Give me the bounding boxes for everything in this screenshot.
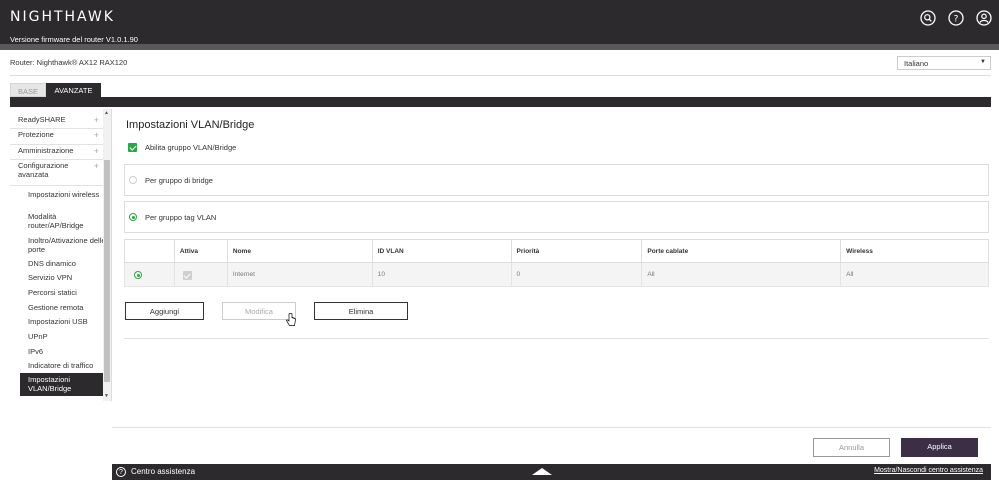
row-priority: 0 bbox=[510, 262, 643, 287]
sidebar-item-impostazioni-usb[interactable]: Impostazioni USB bbox=[28, 317, 108, 327]
header-porte-cablate: Porte cablate bbox=[641, 239, 842, 263]
enable-vlan-label: Abilita gruppo VLAN/Bridge bbox=[145, 143, 237, 152]
tab-bar bbox=[10, 97, 991, 107]
scroll-down-icon[interactable]: ▼ bbox=[104, 393, 109, 399]
scroll-up-icon[interactable]: ▲ bbox=[104, 110, 109, 116]
option-vlan-tag-group[interactable]: Per gruppo tag VLAN bbox=[124, 201, 989, 233]
sidebar-item-percorsi-statici[interactable]: Percorsi statici bbox=[28, 288, 108, 298]
header-id-vlan: ID VLAN bbox=[371, 239, 512, 263]
top-header: NIGHTHAWK Versione firmware del router V… bbox=[0, 0, 999, 44]
sidebar-menu: ReadySHARE + Protezione + Amministrazion… bbox=[10, 109, 112, 401]
help-center-label: Centro assistenza bbox=[131, 467, 196, 476]
enable-vlan-checkbox[interactable] bbox=[128, 143, 137, 152]
row-vlan-id: 10 bbox=[371, 262, 512, 287]
row-select-radio[interactable] bbox=[134, 271, 142, 279]
expand-icon: + bbox=[93, 130, 99, 140]
row-name: Internet bbox=[226, 262, 373, 287]
add-button[interactable]: Aggiungi bbox=[125, 302, 204, 320]
header-attiva: Attiva bbox=[173, 239, 228, 263]
sidebar-section-label: Protezione bbox=[18, 130, 54, 139]
table-header-row: Attiva Nome ID VLAN Priorità Porte cabla… bbox=[124, 239, 989, 263]
sidebar-section-configurazione-avanzata[interactable]: Configurazione avanzata + bbox=[10, 161, 103, 186]
sidebar-section-label: Configurazione avanzata bbox=[18, 161, 69, 179]
row-select-cell bbox=[124, 262, 175, 287]
nighthawk-logo: NIGHTHAWK bbox=[10, 9, 115, 25]
divider bbox=[124, 338, 989, 339]
row-active-cell bbox=[173, 262, 228, 287]
dropdown-arrow-icon: ▼ bbox=[980, 59, 986, 65]
header-nome: Nome bbox=[226, 239, 373, 263]
row-wired-ports: All bbox=[641, 262, 842, 287]
cancel-button[interactable]: Annulla bbox=[813, 438, 890, 457]
help-center-icon: ? bbox=[116, 467, 126, 477]
language-select[interactable]: Italiano ▼ bbox=[897, 56, 991, 70]
tab-advanced[interactable]: AVANZATE bbox=[46, 83, 101, 97]
toggle-help-center-link[interactable]: Mostra/Nascondi centro assistenza bbox=[874, 467, 983, 474]
firmware-version: Versione firmware del router V1.0.1.90 bbox=[10, 35, 138, 44]
sidebar-section-readyshare[interactable]: ReadySHARE + bbox=[10, 115, 103, 129]
expand-icon: + bbox=[93, 146, 99, 156]
help-icon[interactable]: ? bbox=[948, 10, 964, 26]
row-wireless: All bbox=[840, 262, 989, 287]
expand-up-icon[interactable] bbox=[532, 468, 552, 475]
table-row[interactable]: Internet 10 0 All All bbox=[124, 262, 989, 287]
sidebar-item-servizio-vpn[interactable]: Servizio VPN bbox=[28, 273, 108, 283]
router-model: Router: Nighthawk® AX12 RAX120 bbox=[10, 58, 128, 67]
account-icon[interactable] bbox=[976, 10, 992, 26]
apply-button[interactable]: Applica bbox=[901, 438, 978, 457]
divider bbox=[10, 75, 991, 76]
sidebar-section-protezione[interactable]: Protezione + bbox=[10, 130, 103, 145]
header-select bbox=[124, 239, 175, 263]
page-title: Impostazioni VLAN/Bridge bbox=[126, 119, 255, 131]
row-active-checkbox bbox=[182, 271, 192, 280]
sidebar-item-impostazioni-wireless[interactable]: Impostazioni wireless bbox=[28, 190, 108, 200]
expand-icon: + bbox=[93, 161, 99, 171]
header-subbar bbox=[0, 44, 999, 50]
svg-text:?: ? bbox=[954, 15, 959, 25]
sidebar-item-dns-dinamico[interactable]: DNS dinamico bbox=[28, 259, 108, 269]
sidebar-item-indicatore-traffico[interactable]: Indicatore di traffico bbox=[28, 361, 108, 371]
header-priorita: Priorità bbox=[510, 239, 643, 263]
tab-base[interactable]: BASE bbox=[10, 83, 46, 97]
vlan-tag-group-radio[interactable] bbox=[129, 213, 137, 221]
option-bridge-group[interactable]: Per gruppo di bridge bbox=[124, 164, 989, 196]
expand-icon: + bbox=[93, 115, 99, 125]
bridge-group-radio[interactable] bbox=[129, 176, 137, 184]
sidebar-item-upnp[interactable]: UPnP bbox=[28, 332, 108, 342]
language-value: Italiano bbox=[904, 59, 929, 68]
edit-button[interactable]: Modifica bbox=[222, 302, 296, 320]
hand-cursor-icon bbox=[286, 313, 296, 329]
delete-button[interactable]: Elimina bbox=[314, 302, 408, 320]
sidebar-section-label: Amministrazione bbox=[18, 146, 74, 155]
sidebar-section-label: ReadySHARE bbox=[18, 115, 66, 124]
scrollbar-thumb[interactable] bbox=[104, 160, 110, 382]
search-icon[interactable] bbox=[920, 10, 936, 26]
sidebar-item-inoltro-porte[interactable]: Inoltro/Attivazione delle porte bbox=[28, 236, 108, 254]
divider bbox=[112, 427, 991, 428]
vlan-tag-group-label: Per gruppo tag VLAN bbox=[145, 213, 217, 222]
sidebar-section-amministrazione[interactable]: Amministrazione + bbox=[10, 146, 103, 160]
sidebar-item-vlan-bridge[interactable]: Impostazioni VLAN/Bridge bbox=[20, 373, 103, 396]
sidebar-item-gestione-remota[interactable]: Gestione remota bbox=[28, 303, 108, 313]
sidebar-item-ipv6[interactable]: IPv6 bbox=[28, 347, 108, 357]
header-wireless: Wireless bbox=[840, 239, 989, 263]
sidebar-item-modalita-router[interactable]: Modalità router/AP/Bridge bbox=[28, 212, 108, 230]
vlan-table: Attiva Nome ID VLAN Priorità Porte cabla… bbox=[124, 239, 989, 287]
bridge-group-label: Per gruppo di bridge bbox=[145, 176, 213, 185]
